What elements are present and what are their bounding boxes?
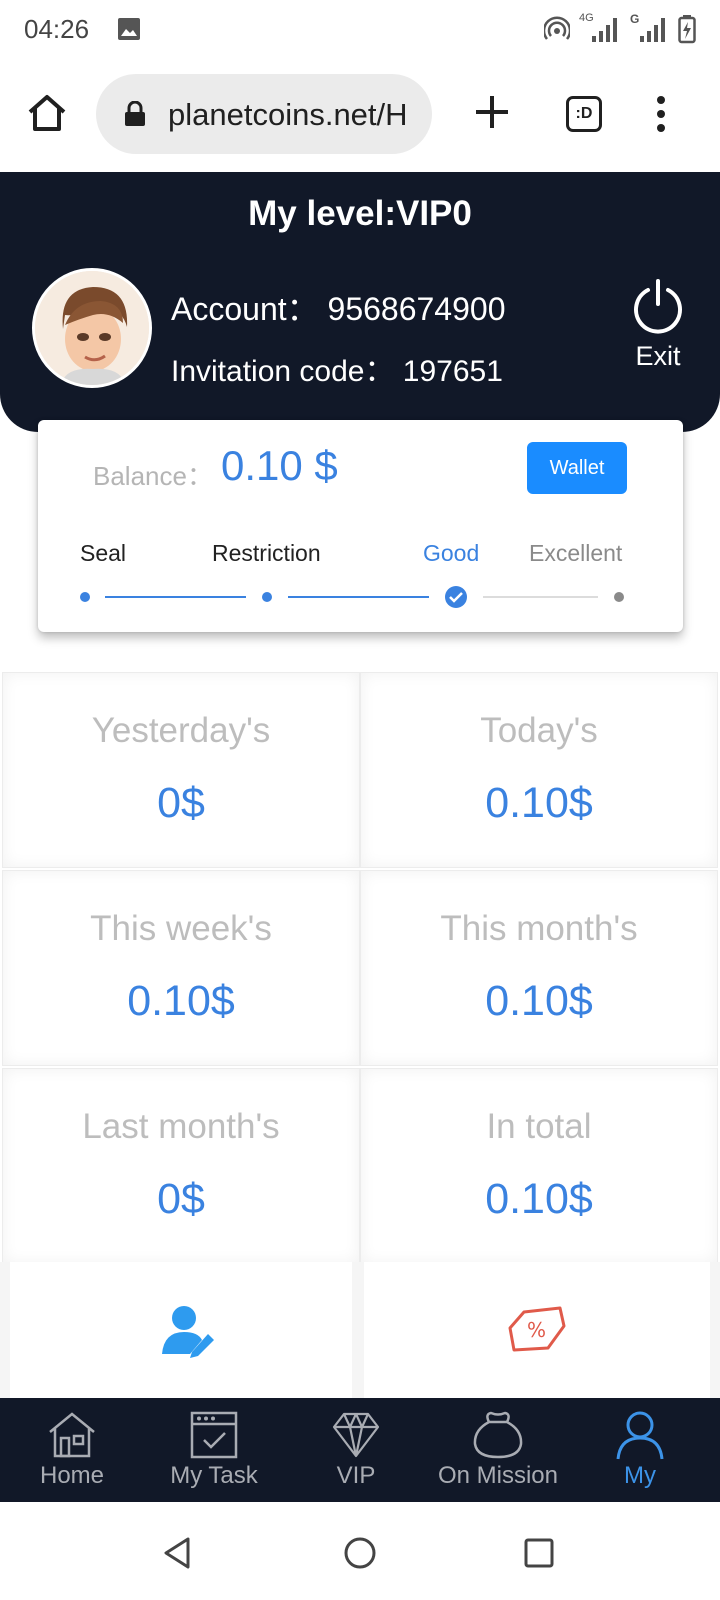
tab-my-label: My (624, 1462, 656, 1489)
stat-in-total: In total 0.10$ (360, 1068, 718, 1264)
step-label-restriction: Restriction (212, 540, 321, 566)
stat-this-month: This month's 0.10$ (360, 870, 718, 1066)
tab-my[interactable]: My (568, 1398, 712, 1502)
stat-value: 0.10$ (127, 977, 235, 1025)
balance-card: Balance： 0.10 $ Wallet Seal Restriction … (38, 420, 683, 632)
stat-value: 0$ (157, 1175, 205, 1223)
stat-title: Last month's (82, 1107, 280, 1146)
back-icon[interactable] (162, 1536, 192, 1570)
level-title: My level:VIP0 (248, 194, 472, 233)
battery-charging-icon (678, 14, 696, 49)
status-time: 04:26 (24, 14, 90, 44)
stat-last-month: Last month's 0$ (2, 1068, 360, 1264)
avatar[interactable] (32, 268, 152, 388)
stat-title: Today's (480, 711, 598, 750)
shortcut-row: % (0, 1262, 720, 1398)
network-label-4g: 4G (579, 12, 594, 24)
new-tab-button[interactable] (474, 94, 510, 130)
more-vert-icon (657, 96, 665, 132)
tab-my-task-label: My Task (170, 1462, 258, 1489)
discount-shortcut[interactable]: % (364, 1262, 710, 1398)
exit-label: Exit (635, 341, 681, 371)
stat-title: This week's (90, 909, 272, 948)
earnings-stats-grid: Yesterday's 0$ Today's 0.10$ This week's… (0, 672, 720, 1266)
network-label-g: G (630, 12, 640, 26)
account-number: Account： 9568674900 (171, 291, 506, 327)
step-check-good (445, 586, 467, 608)
credit-steps-track (38, 583, 683, 613)
step-dot-restriction (262, 592, 272, 602)
browser-menu-button[interactable] (654, 96, 668, 132)
step-dot-excellent (614, 592, 624, 602)
home-building-icon (49, 1412, 95, 1458)
browser-home-button[interactable] (26, 92, 68, 134)
recents-icon[interactable] (524, 1538, 554, 1568)
wallet-button[interactable]: Wallet (527, 442, 627, 494)
lock-icon (124, 100, 146, 132)
balance-value: 0.10 $ (221, 442, 338, 489)
tab-home[interactable]: Home (0, 1398, 144, 1502)
tab-vip-label: VIP (336, 1462, 376, 1489)
bottom-tab-bar: Home My Task VIP On Mission My (0, 1398, 720, 1502)
tab-vip[interactable]: VIP (284, 1398, 428, 1502)
power-icon (634, 279, 682, 334)
hotspot-icon (542, 16, 572, 47)
signal-g-icon: G (630, 12, 670, 49)
discount-tag-icon: % (508, 1306, 566, 1352)
task-calendar-icon (190, 1411, 238, 1459)
step-dot-seal (80, 592, 90, 602)
credit-steps-labels: Seal Restriction Good Excellent (38, 540, 683, 570)
user-icon (616, 1411, 664, 1460)
avatar-image (35, 271, 149, 385)
tab-my-task[interactable]: My Task (142, 1398, 286, 1502)
home-icon (28, 95, 66, 131)
tabs-icon-label: :D (575, 105, 593, 122)
diamond-icon (332, 1412, 380, 1458)
address-bar[interactable]: planetcoins.net/H (96, 74, 432, 154)
stat-yesterday: Yesterday's 0$ (2, 672, 360, 868)
browser-toolbar: planetcoins.net/H :D (0, 60, 720, 172)
step-label-excellent: Excellent (529, 540, 623, 566)
tab-on-mission-label: On Mission (437, 1462, 559, 1489)
exit-button[interactable]: Exit (620, 278, 696, 372)
system-navigation-bar (0, 1502, 720, 1600)
stat-value: 0$ (157, 779, 205, 827)
balance-label: Balance： (93, 461, 213, 491)
stat-title: Yesterday's (91, 711, 271, 750)
profile-header: My level:VIP0 Account： 9568674900 Invita… (0, 172, 720, 432)
stat-title: This month's (440, 909, 638, 948)
status-icons: 4G G (542, 12, 696, 49)
step-label-seal: Seal (80, 540, 127, 566)
tab-on-mission[interactable]: On Mission (426, 1398, 570, 1502)
tab-switcher-button[interactable]: :D (566, 96, 602, 132)
edit-profile-shortcut[interactable] (10, 1262, 352, 1398)
stat-value: 0.10$ (485, 779, 593, 827)
invitation-code: Invitation code： 197651 (171, 355, 503, 388)
plus-icon (476, 96, 508, 128)
stat-this-week: This week's 0.10$ (2, 870, 360, 1066)
status-bar: 04:26 4G G (0, 0, 720, 60)
gallery-icon (117, 17, 141, 46)
url-text: planetcoins.net/H (168, 97, 408, 132)
user-edit-icon (162, 1306, 214, 1358)
stat-value: 0.10$ (485, 977, 593, 1025)
signal-4g-icon: 4G (578, 12, 622, 49)
stat-title: In total (486, 1107, 592, 1146)
stat-value: 0.10$ (485, 1175, 593, 1223)
stat-today: Today's 0.10$ (360, 672, 718, 868)
svg-text:%: % (527, 1318, 546, 1342)
home-circle-icon[interactable] (343, 1536, 377, 1570)
step-label-good: Good (423, 540, 480, 566)
tab-home-label: Home (39, 1462, 105, 1489)
money-bag-icon (473, 1411, 523, 1459)
